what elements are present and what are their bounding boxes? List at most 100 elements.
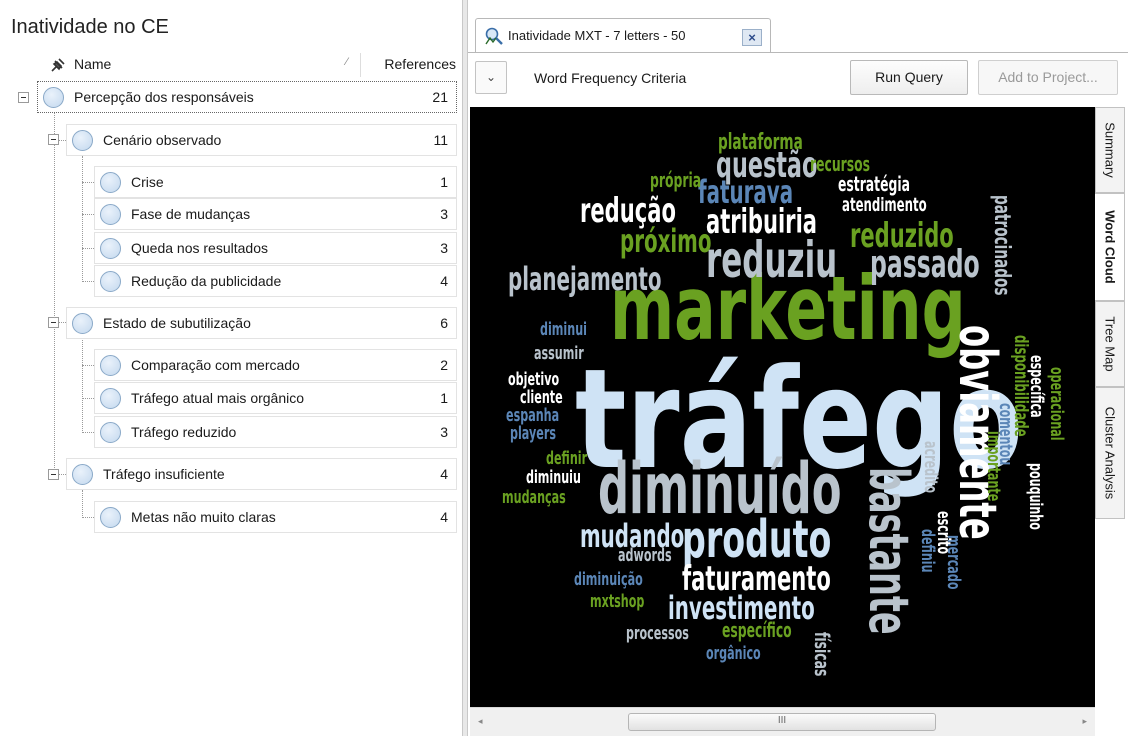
sort-icon: ⁄ [346,56,348,68]
tree-node[interactable]: Crise 1 [94,166,457,198]
tab-summary[interactable]: Summary [1095,107,1125,193]
cloud-word[interactable]: acredito [920,441,942,493]
scroll-right-icon[interactable]: ▸ [1082,716,1087,727]
cloud-word[interactable]: própria [650,169,701,192]
node-label: Redução da publicidade [131,273,282,289]
view-side-tabs: Summary Word Cloud Tree Map Cluster Anal… [1095,107,1128,719]
node-references: 3 [440,206,448,222]
cloud-word[interactable]: específico [722,619,792,642]
column-name-header[interactable]: Name [74,56,111,72]
tab-cluster-analysis[interactable]: Cluster Analysis [1095,387,1125,519]
cloud-word[interactable]: reduzido [850,216,954,256]
horizontal-scrollbar[interactable]: ◂ III ▸ [470,707,1095,736]
cloud-word[interactable]: players [510,422,556,444]
cloud-word[interactable]: diminuiu [526,466,581,488]
column-divider[interactable] [360,53,361,77]
node-icon [43,87,64,108]
tree-line [54,112,55,474]
node-label: Queda nos resultados [131,240,268,256]
tree-node[interactable]: Tráfego atual mais orgânico 1 [94,382,457,414]
cloud-word[interactable]: pouquinho [1025,463,1047,530]
node-icon [100,422,121,443]
word-cloud: tráfego marketing diminuído obviamente basta… [470,107,1095,707]
document-tab[interactable]: Inatividade MXT - 7 letters - 50 × [475,18,771,52]
collapse-toggle[interactable] [48,469,59,480]
tab-title: Inatividade MXT - 7 letters - 50 [508,28,686,43]
node-references: 1 [440,390,448,406]
node-label: Crise [131,174,164,190]
node-references: 6 [440,315,448,331]
node-icon [100,172,121,193]
tree-node[interactable]: Queda nos resultados 3 [94,232,457,264]
tree-node[interactable]: Cenário observado 11 [66,124,457,156]
cloud-word[interactable]: atendimento [842,193,927,216]
tree-node[interactable]: Tráfego insuficiente 4 [66,458,457,490]
tree-line [82,432,94,433]
cloud-word[interactable]: planejamento [508,261,661,298]
tree-node[interactable]: Tráfego reduzido 3 [94,416,457,448]
run-query-button[interactable]: Run Query [850,60,968,95]
cloud-word[interactable]: mxtshop [590,590,645,612]
column-references-header[interactable]: References [384,56,456,72]
tab-summary-label: Summary [1102,122,1118,178]
criteria-label: Word Frequency Criteria [534,70,687,86]
tree-line [82,365,94,366]
node-references: 11 [433,132,448,148]
cloud-word[interactable]: físicas [810,632,833,676]
cloud-word[interactable]: diminuição [574,568,643,590]
pin-icon[interactable] [50,57,66,73]
tree-node[interactable]: Fase de mudanças 3 [94,198,457,230]
tree-line [82,182,94,183]
node-icon [100,355,121,376]
cloud-word[interactable]: orgânico [706,642,761,664]
cloud-word[interactable]: próximo [620,223,711,260]
cloud-word[interactable]: operacional [1046,367,1068,441]
close-icon[interactable]: × [742,29,762,46]
query-panel: Inatividade MXT - 7 letters - 50 × ⌄ Wor… [468,0,1128,736]
tree-node[interactable]: Redução da publicidade 4 [94,265,457,297]
tree-line [82,281,94,282]
node-references: 21 [432,89,448,105]
query-toolbar: ⌄ Word Frequency Criteria Run Query Add … [468,53,1128,105]
tree-line [82,338,83,433]
tree-node[interactable]: Estado de subutilização 6 [66,307,457,339]
cloud-word[interactable]: patrocinados [989,195,1014,296]
node-references: 3 [440,240,448,256]
tree-line [82,214,94,215]
node-references: 1 [440,174,448,190]
tree-line [82,156,83,282]
tree-node[interactable]: Metas não muito claras 4 [94,501,457,533]
node-label: Metas não muito claras [131,509,276,525]
cloud-word[interactable]: bastante [857,467,921,635]
collapse-toggle[interactable] [48,317,59,328]
cloud-word[interactable]: diminui [540,318,587,340]
tab-tree-map[interactable]: Tree Map [1095,301,1125,387]
node-icon [100,388,121,409]
tab-tree-map-label: Tree Map [1102,316,1118,372]
add-to-project-button: Add to Project... [978,60,1118,95]
cloud-word[interactable]: mudanças [502,486,566,508]
cloud-word[interactable]: processos [626,622,689,644]
node-icon [72,130,93,151]
tree-node[interactable]: Percepção dos responsáveis 21 [37,81,457,113]
node-references: 4 [440,509,448,525]
cloud-word[interactable]: adwords [618,544,672,566]
cloud-word[interactable]: escrito [933,511,955,554]
cloud-word[interactable]: assumir [534,342,584,364]
cloud-word[interactable]: específica [1026,355,1048,418]
node-label: Tráfego atual mais orgânico [131,390,305,406]
scroll-thumb[interactable]: III [628,713,936,731]
scroll-left-icon[interactable]: ◂ [478,716,483,727]
tree-node[interactable]: Comparação com mercado 2 [94,349,457,381]
chevron-down-icon[interactable]: ⌄ [475,61,507,94]
panel-title: Inatividade no CE [11,16,169,38]
node-label: Cenário observado [103,132,222,148]
collapse-toggle[interactable] [18,92,29,103]
node-label: Estado de subutilização [103,315,251,331]
cloud-word[interactable]: atribuiria [706,202,817,242]
tab-word-cloud[interactable]: Word Cloud [1095,193,1125,301]
word-frequency-query-icon [485,27,503,45]
tree-line [82,490,83,518]
collapse-toggle[interactable] [48,134,59,145]
cloud-word[interactable]: plataforma [718,130,803,155]
